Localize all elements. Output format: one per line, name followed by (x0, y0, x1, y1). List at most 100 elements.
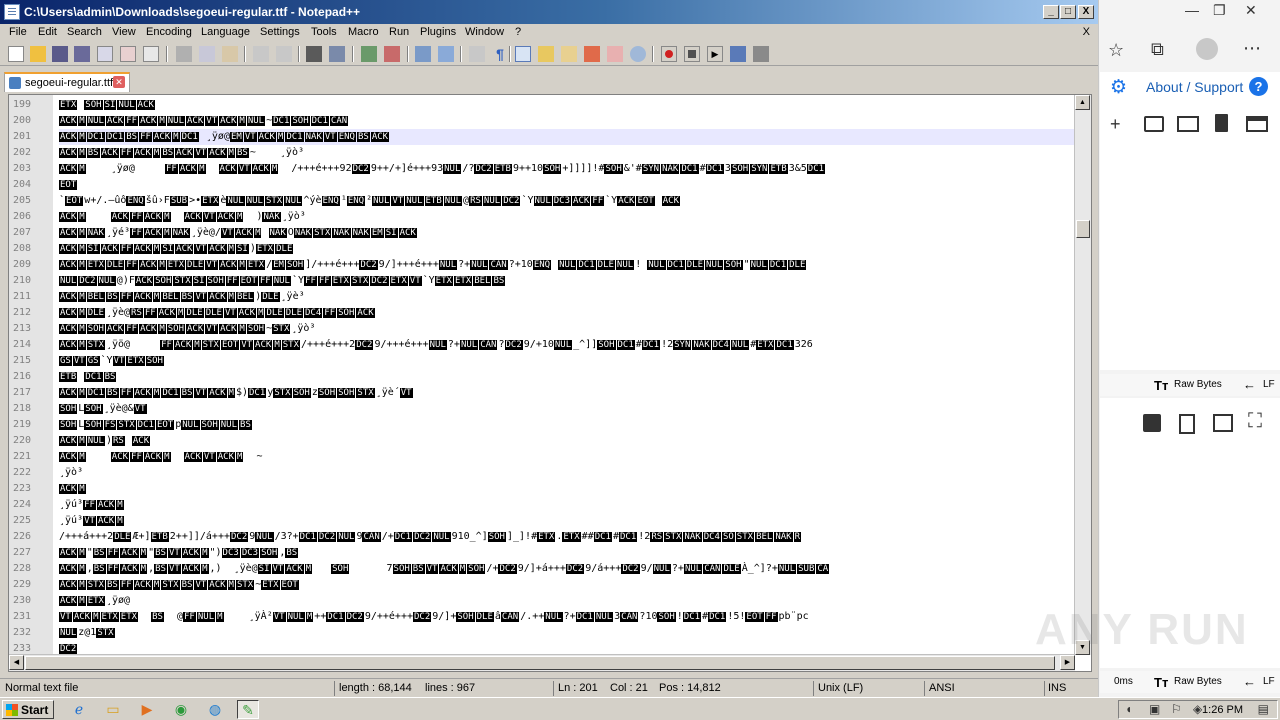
menu-language[interactable]: Language (201, 26, 250, 38)
code-line[interactable]: ACK M SI ACK FF ACK M SI ACK VT ACK M SI)ETX DLE (59, 241, 1075, 257)
menu-tools[interactable]: Tools (311, 26, 337, 38)
text-type-icon[interactable]: Tт (1154, 378, 1168, 393)
raw-bytes-label[interactable]: Raw Bytes (1174, 379, 1222, 390)
action-center-icon[interactable]: ▤ (1258, 702, 1269, 716)
open-file-icon[interactable] (30, 46, 46, 62)
add-icon[interactable]: + (1110, 114, 1121, 135)
code-line[interactable]: ACK M NUL)RS ACK (59, 433, 1075, 449)
code-text[interactable]: ETX SOH SI NUL ACK ACK M NUL ACK FF ACK M NUL ACK VT A… (59, 97, 1075, 655)
run-macro-multiple-icon[interactable] (730, 46, 746, 62)
code-line[interactable]: ETX SOH SI NUL ACK (59, 97, 1075, 113)
security-icon[interactable]: ◈ (1193, 702, 1202, 716)
arrow-left-icon[interactable]: ← (1243, 674, 1256, 689)
horizontal-scroll-thumb[interactable] (25, 656, 1055, 670)
restore-icon[interactable]: ❐ (1213, 2, 1226, 19)
function-list-icon[interactable] (584, 46, 600, 62)
replace-icon[interactable] (329, 46, 345, 62)
code-line[interactable]: ACK M NAK ¸ÿé³FF ACK M NAK ¸ÿè@/VT ACK M NAK ONAK S… (59, 225, 1075, 241)
maximize-button[interactable]: □ (1060, 5, 1076, 19)
code-line[interactable]: ¸ÿú³VT ACK M (59, 513, 1075, 529)
text-type-icon[interactable]: Tт (1154, 675, 1168, 690)
about-support-link[interactable]: ⚙ About / Support ? (1100, 72, 1280, 100)
record-macro-icon[interactable] (661, 46, 677, 62)
scroll-right-icon[interactable]: ▶ (1060, 655, 1075, 670)
indent-guide-icon[interactable] (515, 46, 531, 62)
zoom-out-icon[interactable] (384, 46, 400, 62)
code-line[interactable]: ACK M "BS FF ACK M "BS VT ACK M ")DC3 DC3 SOH ,BS (59, 545, 1075, 561)
vertical-scroll-thumb[interactable] (1076, 220, 1090, 238)
language-icon[interactable] (538, 46, 554, 62)
code-line[interactable]: ACK M ACK FF ACK M ACK VT ACK M )NAK ¸ÿò³ (59, 209, 1075, 225)
alert-icon[interactable]: ⚐ (1171, 702, 1182, 716)
code-line[interactable]: ACK M DC1 BS FF ACK M DC1 BS VT ACK M $)DC1 ySTX SOH zS… (59, 385, 1075, 401)
find-icon[interactable] (306, 46, 322, 62)
code-line[interactable]: NUL z@1STX (59, 625, 1075, 641)
paste-icon[interactable] (222, 46, 238, 62)
code-line[interactable]: ETB DC1 BS (59, 369, 1075, 385)
stop-macro-icon[interactable] (684, 46, 700, 62)
arrow-left-icon[interactable]: ← (1243, 377, 1256, 392)
code-line[interactable]: DC2 (59, 641, 1075, 655)
save-icon[interactable] (1143, 414, 1161, 432)
code-line[interactable]: ACK M DLE ¸ÿè@RS FF ACK M DLE DLE VT ACK M DLE DLE DC4… (59, 305, 1075, 321)
menu-help[interactable]: ? (515, 26, 521, 38)
show-all-characters-icon[interactable]: ¶ (492, 46, 508, 62)
menu-file[interactable]: File (9, 26, 27, 38)
menu-plugins[interactable]: Plugins (420, 26, 456, 38)
raw-bytes-label[interactable]: Raw Bytes (1174, 676, 1222, 687)
menu-view[interactable]: View (112, 26, 136, 38)
import-icon[interactable] (1177, 116, 1199, 132)
save-all-icon[interactable] (74, 46, 90, 62)
close-file-icon[interactable] (97, 46, 113, 62)
more-menu-icon[interactable]: ⋯ (1243, 38, 1261, 59)
menu-search[interactable]: Search (67, 26, 102, 38)
code-line[interactable]: EOT (59, 177, 1075, 193)
horizontal-scrollbar[interactable]: ◀ ▶ (9, 654, 1075, 671)
monitoring-icon[interactable] (630, 46, 646, 62)
code-line[interactable]: VT ACK M ETX ETX BS @FF NUL M ¸ÿÀ²VT NUL M ++DC1 D… (59, 609, 1075, 625)
code-line[interactable]: ACK M ETX DLE FF ACK M ETX DLE VT ACK M ETX/EM SOH]/+… (59, 257, 1075, 273)
tab-close-icon[interactable]: ✕ (113, 76, 125, 88)
code-line[interactable]: ACK M ACK FF ACK M ACK VT ACK M ~ (59, 449, 1075, 465)
notepadpp-task-icon[interactable]: ✎ (237, 700, 259, 719)
media-player-icon[interactable]: ▶ (136, 700, 158, 719)
code-line[interactable]: ACK M STX BS FF ACK M STX BS VT ACK M STX ~ETX EOT (59, 577, 1075, 593)
fullscreen-icon[interactable]: ⛶ (1248, 410, 1262, 433)
menu-macro[interactable]: Macro (348, 26, 379, 38)
code-line[interactable]: ¸ÿú³FF ACK M (59, 497, 1075, 513)
title-bar[interactable]: C:\Users\admin\Downloads\segoeui-regular… (0, 0, 1098, 24)
start-button[interactable]: Start (2, 700, 54, 719)
help-icon[interactable]: ? (1249, 77, 1268, 96)
save-icon[interactable] (52, 46, 68, 62)
code-line[interactable]: ACK M BEL BS FF ACK M BEL BS VT ACK M BEL)DLE ¸ÿè³ (59, 289, 1075, 305)
close-button[interactable]: X (1078, 5, 1094, 19)
code-line[interactable]: ¸ÿò³ (59, 465, 1075, 481)
new-file-icon[interactable] (8, 46, 24, 62)
menu-window[interactable]: Window (465, 26, 504, 38)
code-line[interactable]: ACK M NUL ACK FF ACK M NUL ACK VT ACK M NUL ~DC1 SOH DC… (59, 113, 1075, 129)
close-document-button[interactable]: X (1083, 26, 1090, 38)
sync-horizontal-icon[interactable] (438, 46, 454, 62)
print-icon[interactable] (143, 46, 159, 62)
editor[interactable]: 199 200 201 202 203 204 205 206 207 208 209 210 211 2… (8, 94, 1092, 672)
code-line[interactable]: ACK M (59, 481, 1075, 497)
code-line[interactable]: GS VT GS `YVT ETX SOH (59, 353, 1075, 369)
vertical-scrollbar[interactable]: ▲ ▼ (1074, 95, 1091, 655)
edge-icon[interactable]: ◍ (204, 700, 226, 719)
menu-settings[interactable]: Settings (260, 26, 300, 38)
code-line[interactable]: SOH LSOH ¸ÿè@&VT (59, 401, 1075, 417)
network-icon[interactable]: ▣ (1149, 702, 1160, 716)
undo-icon[interactable] (253, 46, 269, 62)
code-line[interactable]: ACK M ¸ÿø@ FF ACK M ACK VT ACK M /+++é+++92DC2… (59, 161, 1075, 177)
code-line[interactable]: ACK M SOH ACK FF ACK M SOH ACK VT ACK M SOH ~STX ¸ÿò³ (59, 321, 1075, 337)
layout-icon[interactable] (1246, 116, 1268, 132)
code-line[interactable]: ACK M DC1 DC1 BS FF ACK M DC1 ¸ÿø@EM VT ACK M DC1 NAK… (59, 129, 1075, 145)
doc-map-icon[interactable] (561, 46, 577, 62)
code-line[interactable]: /+++á+++2DLE Æ+]ETB 2++]]/á+++DC2 9NUL/3?+D… (59, 529, 1075, 545)
scroll-up-icon[interactable]: ▲ (1075, 95, 1090, 110)
delete-icon[interactable] (1215, 114, 1228, 132)
word-wrap-icon[interactable] (469, 46, 485, 62)
code-line[interactable]: ACK M ETX ¸ÿø@ (59, 593, 1075, 609)
minimize-button[interactable]: _ (1043, 5, 1059, 19)
zoom-in-icon[interactable] (361, 46, 377, 62)
